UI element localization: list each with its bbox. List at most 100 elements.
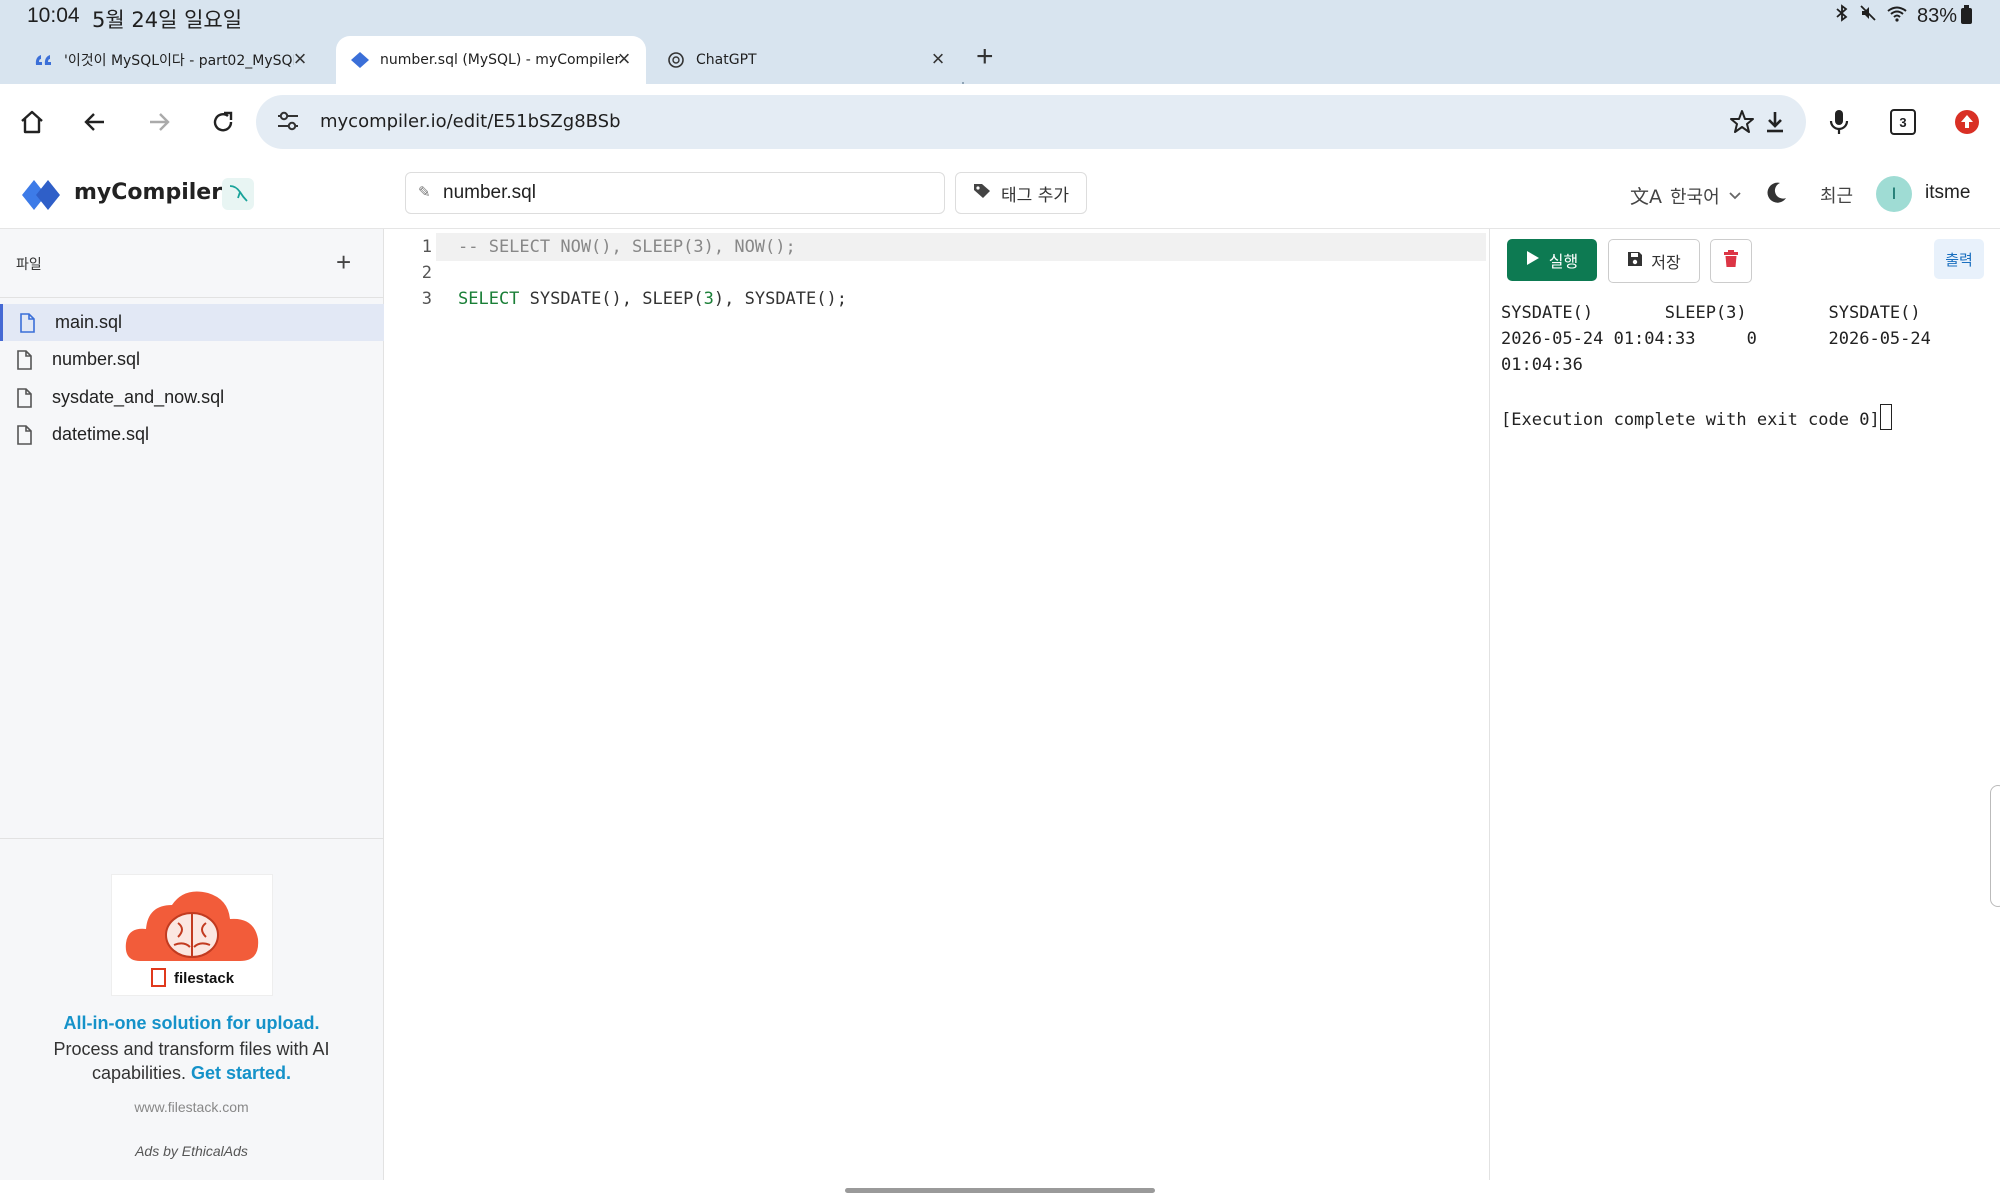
save-label: 저장: [1651, 253, 1681, 272]
trash-icon: [1723, 249, 1739, 273]
line-number: 2: [421, 263, 432, 283]
tag-icon: [973, 182, 993, 205]
system-icons: 83%: [1835, 4, 1972, 28]
code-number: 3: [703, 289, 714, 309]
file-icon: [16, 350, 32, 375]
play-icon: [1526, 250, 1540, 270]
tab-count: 3: [1890, 109, 1916, 135]
mute-icon: [1859, 4, 1877, 28]
file-icon: [16, 425, 32, 450]
bluetooth-icon: [1835, 4, 1849, 28]
mysql-dolphin-icon: [222, 178, 254, 210]
username[interactable]: itsme: [1925, 182, 1970, 204]
sql-keyword: SELECT: [458, 289, 520, 309]
chatgpt-icon: [666, 50, 686, 70]
file-icon: [19, 313, 35, 338]
recent-link[interactable]: 최근: [1820, 182, 1853, 208]
exit-message: [Execution complete with exit code 0]: [1501, 410, 1880, 430]
code-text: SYSDATE(), SLEEP(: [519, 289, 704, 309]
bookmark-star-icon[interactable]: [1728, 108, 1756, 141]
tab-title: ChatGPT: [696, 52, 757, 68]
line-number: 1: [421, 237, 432, 257]
file-item-sysdate[interactable]: sysdate_and_now.sql: [0, 379, 383, 416]
tab-mysql-book[interactable]: '이것이 MySQL이다 - part02_MySQL 기 ×: [22, 36, 322, 84]
delete-button[interactable]: [1710, 239, 1752, 283]
output-row: 01:04:36: [1501, 355, 1583, 375]
filename-field[interactable]: ✎ number.sql: [405, 172, 945, 214]
chevron-down-icon: [1728, 185, 1742, 206]
add-tag-label: 태그 추가: [1001, 185, 1069, 206]
file-name: number.sql: [52, 349, 141, 369]
dark-mode-toggle[interactable]: [1763, 180, 1789, 211]
reload-button[interactable]: [203, 102, 243, 142]
side-panel-handle[interactable]: [1990, 785, 2000, 907]
ad-url[interactable]: www.filestack.com: [0, 1099, 383, 1115]
terminal-cursor: [1879, 404, 1892, 430]
tab-title: number.sql (MySQL) - myCompiler: [380, 52, 620, 68]
file-name: main.sql: [55, 312, 123, 332]
file-icon: [16, 388, 32, 413]
avatar[interactable]: I: [1876, 176, 1912, 212]
site-settings-icon[interactable]: [276, 110, 300, 137]
output-header: SYSDATE() SLEEP(3) SYSDATE(): [1501, 303, 1921, 323]
address-bar[interactable]: mycompiler.io/edit/E51bSZg8BSb: [256, 95, 1806, 149]
output-console: SYSDATE() SLEEP(3) SYSDATE() 2026-05-24 …: [1501, 300, 1931, 433]
quote-icon: [34, 50, 54, 70]
close-icon[interactable]: ×: [926, 48, 950, 72]
ad-cta-link[interactable]: Get started.: [191, 1063, 291, 1083]
code-text: ), SYSDATE();: [713, 289, 847, 309]
add-tag-button[interactable]: 태그 추가: [955, 172, 1087, 214]
mycompiler-logo[interactable]: [22, 178, 62, 210]
close-icon[interactable]: ×: [288, 48, 312, 72]
floppy-icon: [1627, 251, 1643, 271]
status-bar: 10:04 5월 24일 일요일 83%: [0, 0, 2000, 34]
tab-strip: '이것이 MySQL이다 - part02_MySQL 기 × number.s…: [0, 34, 2000, 106]
tab-output[interactable]: 출력: [1934, 239, 1984, 279]
language-selector[interactable]: 文A 한국어: [1630, 182, 1742, 209]
pencil-icon: ✎: [418, 184, 431, 201]
download-button[interactable]: [1755, 102, 1795, 142]
ad-image[interactable]: filestack: [111, 874, 273, 996]
gesture-home-bar[interactable]: [845, 1188, 1155, 1193]
code-line-3[interactable]: SELECT SYSDATE(), SLEEP(3), SYSDATE();: [458, 289, 847, 309]
forward-button[interactable]: [139, 102, 179, 142]
line-number: 3: [421, 289, 432, 309]
close-icon[interactable]: ×: [612, 48, 636, 72]
file-name: datetime.sql: [52, 424, 150, 444]
tab-title: '이것이 MySQL이다 - part02_MySQL 기: [64, 53, 294, 69]
status-date: 5월 24일 일요일: [92, 8, 243, 32]
output-pane: 실행 저장 출력 SYSDATE() SLEEP(3) SYSDATE() 20…: [1489, 229, 2000, 1180]
battery-icon: [1961, 5, 1972, 24]
wifi-icon: [1887, 5, 1907, 28]
tab-number-sql[interactable]: number.sql (MySQL) - myCompiler ×: [336, 36, 646, 84]
back-button[interactable]: [75, 102, 115, 142]
status-time: 10:04: [27, 4, 80, 27]
mic-button[interactable]: [1819, 102, 1859, 142]
run-button[interactable]: 실행: [1507, 239, 1597, 281]
files-heading: 파일: [16, 257, 42, 273]
url-text: mycompiler.io/edit/E51bSZg8BSb: [320, 111, 621, 132]
save-button[interactable]: 저장: [1608, 239, 1700, 283]
new-tab-button[interactable]: +: [976, 40, 994, 74]
code-line-1[interactable]: -- SELECT NOW(), SLEEP(3), NOW();: [458, 237, 796, 257]
file-item-number[interactable]: number.sql: [0, 341, 383, 378]
ads-by-ethicalads[interactable]: Ads by EthicalAds: [0, 1143, 383, 1159]
app-header: myCompiler ✎ number.sql 태그 추가 文A 한국어 최근 …: [0, 160, 2000, 229]
tab-switcher-button[interactable]: 3: [1883, 102, 1923, 142]
ad-body: Process and transform files with AI capa…: [40, 1037, 343, 1085]
browser-toolbar: mycompiler.io/edit/E51bSZg8BSb 3: [0, 84, 2000, 161]
language-label: 한국어: [1670, 186, 1720, 208]
code-editor[interactable]: 1 2 3 -- SELECT NOW(), SLEEP(3), NOW(); …: [384, 229, 1489, 1180]
ad-title[interactable]: All-in-one solution for upload.: [0, 1013, 383, 1034]
file-item-datetime[interactable]: datetime.sql: [0, 416, 383, 453]
tab-chatgpt[interactable]: ChatGPT ×: [654, 36, 960, 84]
update-button[interactable]: [1947, 102, 1987, 142]
translate-icon: 文A: [1630, 186, 1662, 208]
mycompiler-favicon: [350, 50, 370, 70]
add-file-button[interactable]: +: [336, 247, 351, 278]
output-row: 2026-05-24 01:04:33 0 2026-05-24: [1501, 329, 1931, 349]
filename-text: number.sql: [443, 182, 536, 203]
file-item-main[interactable]: main.sql: [0, 304, 386, 341]
brand-name[interactable]: myCompiler: [74, 180, 222, 205]
home-button[interactable]: [12, 102, 52, 142]
